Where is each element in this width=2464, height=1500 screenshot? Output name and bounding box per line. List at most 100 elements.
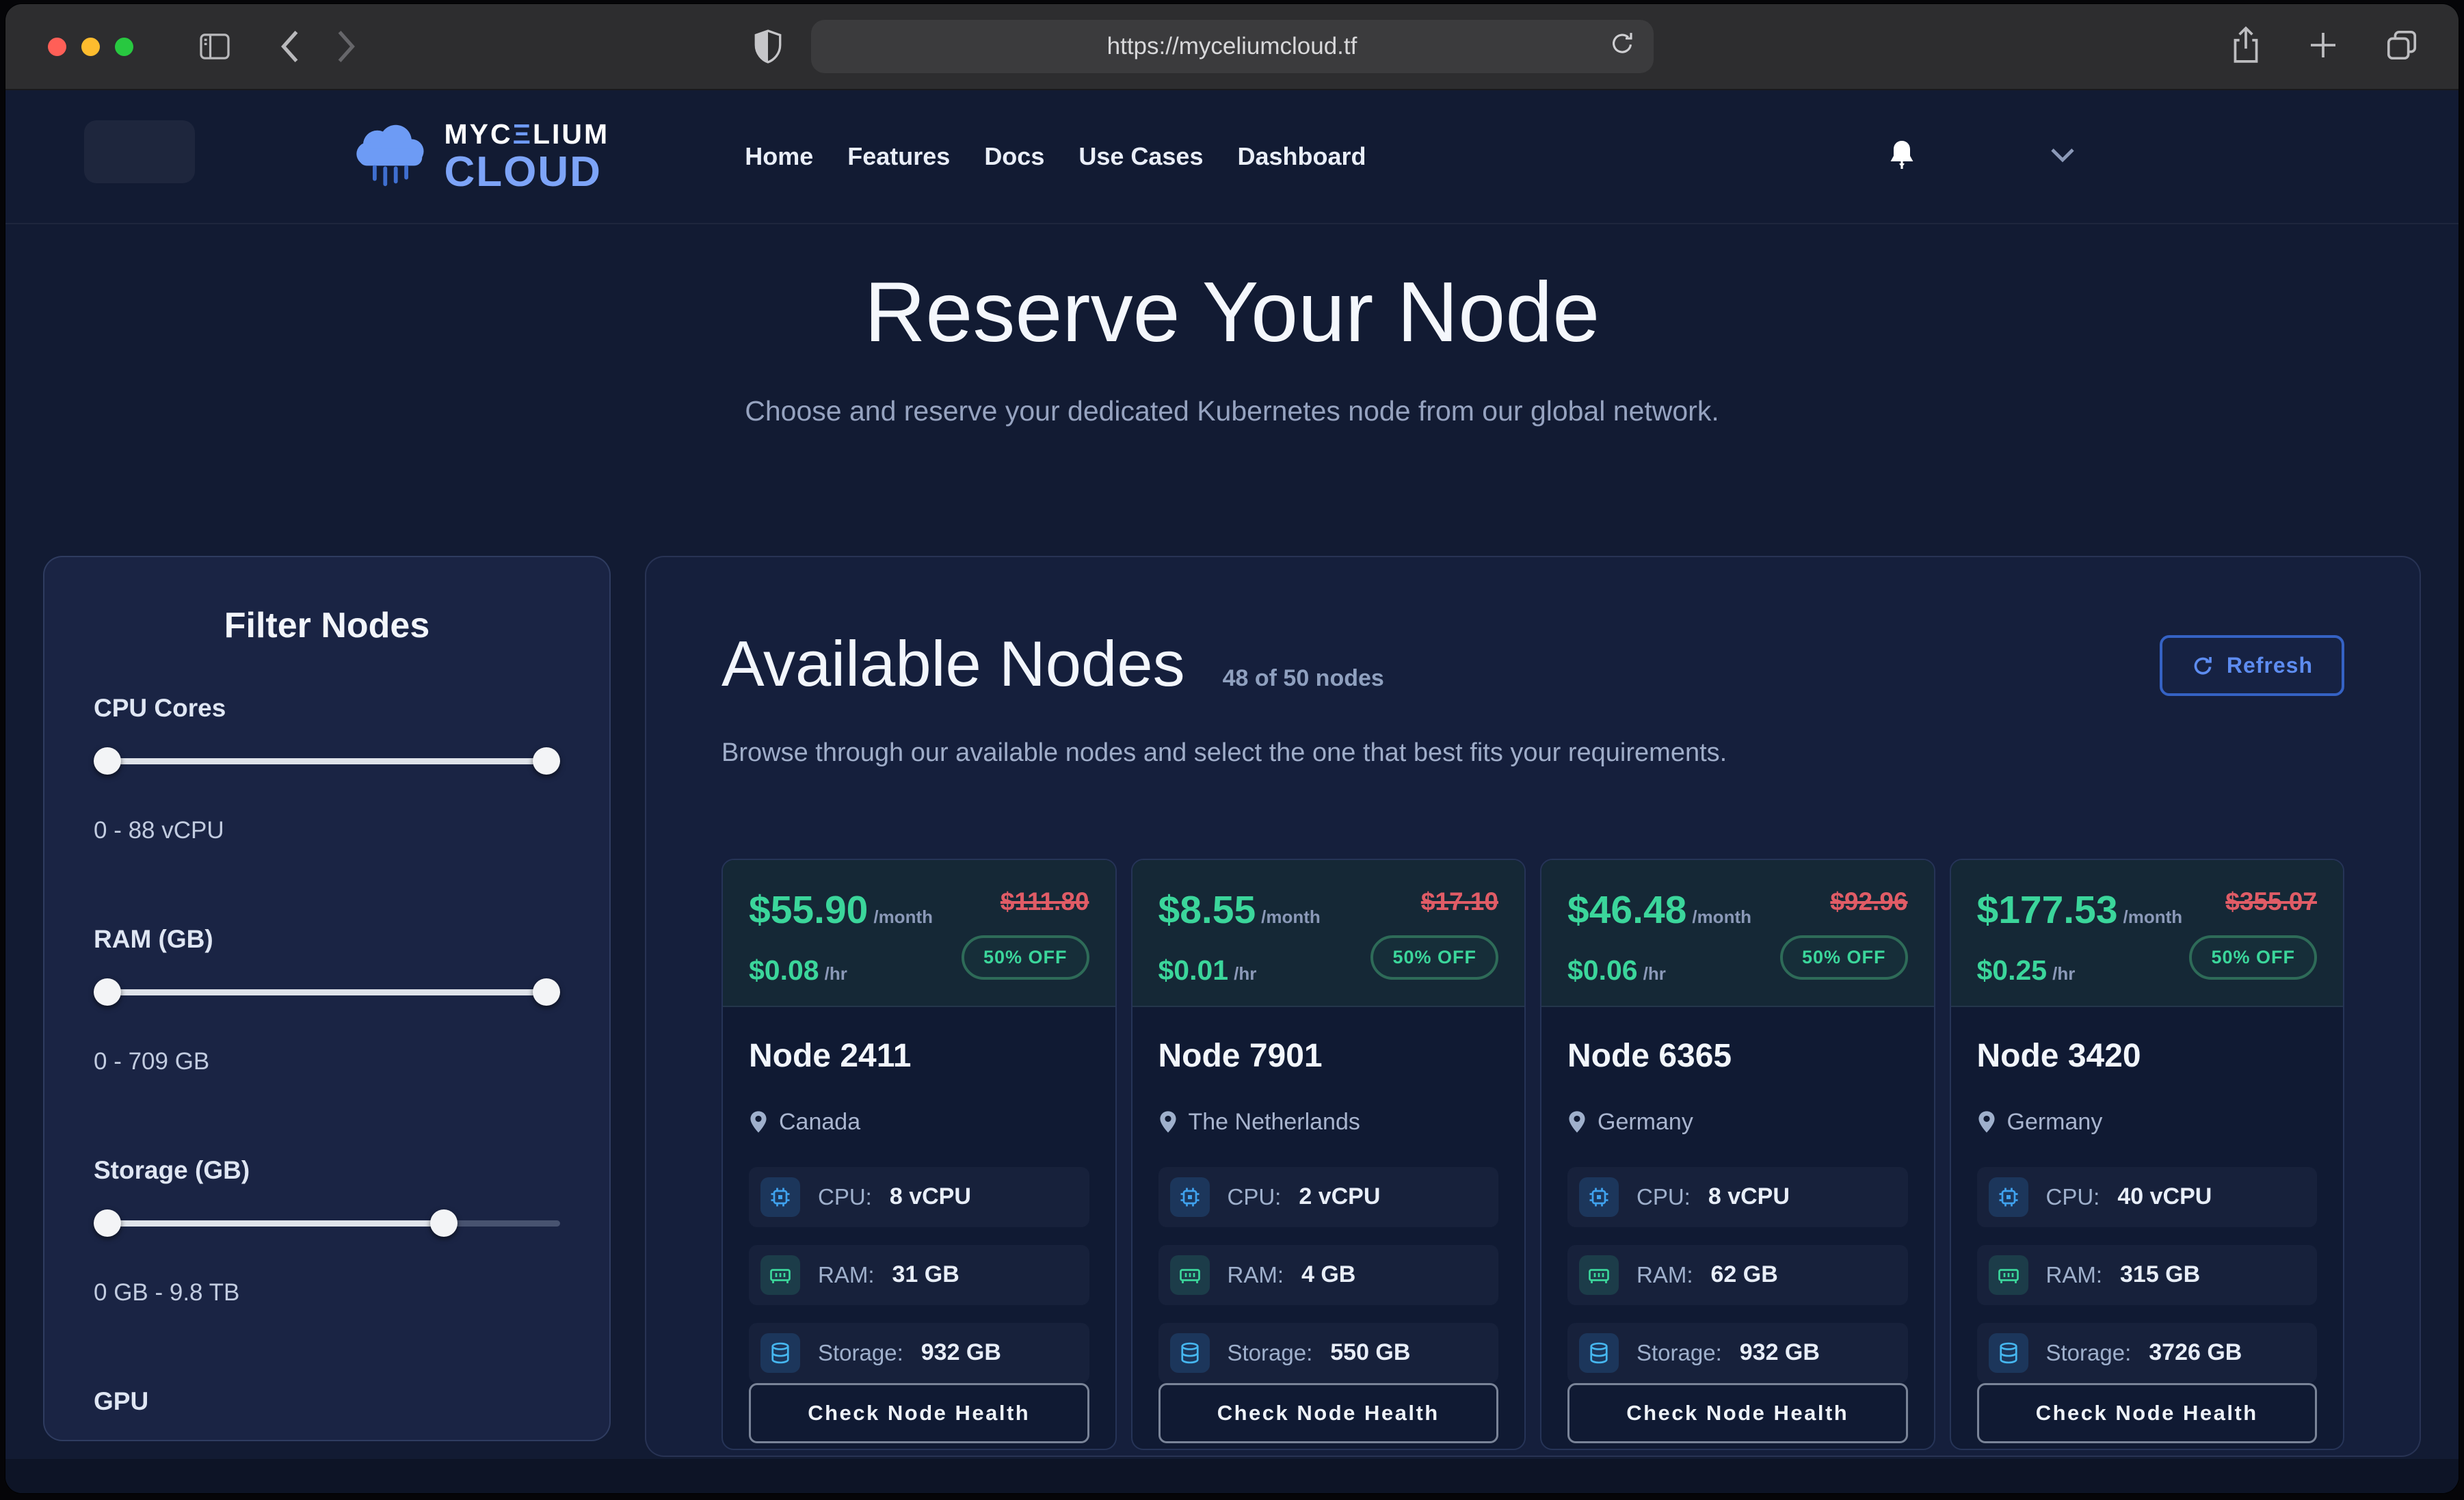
original-price: $17.10 — [1421, 887, 1498, 916]
available-nodes-title: Available Nodes — [721, 626, 1185, 703]
forward-icon[interactable] — [334, 29, 358, 64]
card-pricing: $8.55/month $0.01/hr $17.10 50% OFF — [1132, 860, 1525, 1007]
filter-title: Filter Nodes — [94, 605, 560, 646]
new-tab-icon[interactable] — [2307, 29, 2340, 65]
mycelium-cloud-logo-icon — [350, 120, 431, 194]
chevron-down-icon[interactable] — [2050, 148, 2075, 166]
filter-group-ram: RAM (GB) 0 - 709 GB — [94, 925, 560, 1075]
node-card[interactable]: $46.48/month $0.06/hr $92.96 50% OFF Nod… — [1540, 859, 1935, 1450]
ram-slider-max-handle[interactable] — [533, 978, 560, 1006]
hourly-price: $0.06 — [1567, 954, 1638, 986]
ram-icon — [1989, 1255, 2028, 1295]
nav-link-docs[interactable]: Docs — [984, 142, 1044, 171]
url-text: https://myceliumcloud.tf — [1107, 33, 1357, 60]
hourly-price: $0.01 — [1158, 954, 1229, 986]
ram-value: 31 GB — [892, 1261, 959, 1288]
close-window-button[interactable] — [48, 38, 66, 56]
browser-actions — [2230, 26, 2419, 68]
filter-group-storage: Storage (GB) 0 GB - 9.8 TB — [94, 1156, 560, 1307]
cpu-icon — [760, 1177, 800, 1217]
check-node-health-button[interactable]: Check Node Health — [1158, 1383, 1499, 1443]
discount-badge: 50% OFF — [1780, 935, 1908, 980]
tabs-icon[interactable] — [2385, 28, 2419, 66]
storage-slider[interactable] — [94, 1209, 560, 1237]
shield-icon[interactable] — [754, 29, 782, 64]
card-pricing: $177.53/month $0.25/hr $355.07 50% OFF — [1951, 860, 2344, 1007]
storage-spec-row: Storage: 932 GB — [1567, 1323, 1908, 1383]
zoom-window-button[interactable] — [115, 38, 133, 56]
discount-badge: 50% OFF — [2189, 935, 2317, 980]
page-subtitle: Choose and reserve your dedicated Kubern… — [5, 395, 2459, 427]
storage-spec-row: Storage: 550 GB — [1158, 1323, 1499, 1383]
back-icon[interactable] — [278, 29, 302, 64]
bell-icon[interactable] — [1887, 139, 1917, 175]
browser-window: https://myceliumcloud.tf — [5, 4, 2459, 1493]
nav-link-use-cases[interactable]: Use Cases — [1078, 142, 1203, 171]
brand-wordmark: MYCΞLIUM CLOUD — [445, 120, 610, 193]
storage-slider-min-handle[interactable] — [94, 1209, 121, 1237]
available-nodes-panel: Available Nodes 48 of 50 nodes Refresh B… — [645, 556, 2421, 1457]
window-bottom-edge — [5, 1459, 2459, 1493]
check-node-health-button[interactable]: Check Node Health — [1567, 1383, 1908, 1443]
nav-link-features[interactable]: Features — [847, 142, 950, 171]
browser-toolbar: https://myceliumcloud.tf — [5, 4, 2459, 90]
minimize-window-button[interactable] — [81, 38, 100, 56]
address-bar[interactable]: https://myceliumcloud.tf — [811, 20, 1654, 73]
cpu-spec-row: CPU: 40 vCPU — [1977, 1167, 2318, 1227]
brand-logo[interactable]: MYCΞLIUM CLOUD — [350, 120, 610, 194]
storage-value: 932 GB — [921, 1339, 1001, 1366]
ram-spec-row: RAM: 62 GB — [1567, 1245, 1908, 1305]
node-card-grid: $55.90/month $0.08/hr $111.80 50% OFF No… — [721, 859, 2344, 1450]
ram-range-text: 0 - 709 GB — [94, 1048, 560, 1075]
cpu-slider-max-handle[interactable] — [533, 747, 560, 775]
refresh-icon — [2191, 654, 2214, 678]
ram-value: 315 GB — [2120, 1261, 2200, 1288]
avatar-placeholder — [84, 120, 195, 183]
page-content: MYCΞLIUM CLOUD Home Features Docs Use Ca… — [5, 90, 2459, 1459]
ram-spec-row: RAM: 31 GB — [749, 1245, 1089, 1305]
storage-value: 3726 GB — [2149, 1339, 2242, 1366]
gpu-label: GPU — [94, 1387, 560, 1416]
card-pricing: $55.90/month $0.08/hr $111.80 50% OFF — [723, 860, 1115, 1007]
node-location: Germany — [1598, 1109, 1693, 1136]
window-controls — [48, 38, 133, 56]
refresh-button[interactable]: Refresh — [2160, 635, 2344, 696]
storage-icon — [1579, 1333, 1619, 1373]
discount-badge: 50% OFF — [962, 935, 1089, 980]
site-navbar: MYCΞLIUM CLOUD Home Features Docs Use Ca… — [5, 90, 2459, 224]
cpu-slider-min-handle[interactable] — [94, 747, 121, 775]
original-price: $111.80 — [1001, 887, 1089, 916]
node-name: Node 2411 — [749, 1037, 1089, 1075]
ram-slider-min-handle[interactable] — [94, 978, 121, 1006]
storage-slider-max-handle[interactable] — [430, 1209, 458, 1237]
ram-icon — [1170, 1255, 1210, 1295]
check-node-health-button[interactable]: Check Node Health — [1977, 1383, 2318, 1443]
location-pin-icon — [749, 1110, 768, 1134]
cpu-icon — [1579, 1177, 1619, 1217]
cpu-value: 2 vCPU — [1299, 1183, 1380, 1210]
sidebar-icon[interactable] — [199, 33, 230, 60]
discount-badge: 50% OFF — [1370, 935, 1498, 980]
node-card[interactable]: $177.53/month $0.25/hr $355.07 50% OFF N… — [1950, 859, 2345, 1450]
reload-icon[interactable] — [1608, 30, 1636, 64]
node-location: Germany — [2007, 1109, 2103, 1136]
cpu-range-text: 0 - 88 vCPU — [94, 817, 560, 844]
cpu-cores-slider[interactable] — [94, 747, 560, 775]
check-node-health-button[interactable]: Check Node Health — [749, 1383, 1089, 1443]
ram-spec-row: RAM: 315 GB — [1977, 1245, 2318, 1305]
nav-link-home[interactable]: Home — [745, 142, 813, 171]
filter-panel: Filter Nodes CPU Cores 0 - 88 vCPU RAM (… — [43, 556, 611, 1441]
share-icon[interactable] — [2230, 26, 2262, 68]
cpu-spec-row: CPU: 8 vCPU — [749, 1167, 1089, 1227]
hourly-price: $0.08 — [749, 954, 819, 986]
cpu-spec-row: CPU: 8 vCPU — [1567, 1167, 1908, 1227]
storage-value: 932 GB — [1740, 1339, 1820, 1366]
storage-icon — [760, 1333, 800, 1373]
filter-group-gpu: GPU — [94, 1387, 560, 1441]
ram-value: 62 GB — [1711, 1261, 1778, 1288]
nav-link-dashboard[interactable]: Dashboard — [1237, 142, 1366, 171]
ram-slider[interactable] — [94, 978, 560, 1006]
node-card[interactable]: $55.90/month $0.08/hr $111.80 50% OFF No… — [721, 859, 1117, 1450]
cpu-icon — [1989, 1177, 2028, 1217]
node-card[interactable]: $8.55/month $0.01/hr $17.10 50% OFF Node… — [1131, 859, 1526, 1450]
